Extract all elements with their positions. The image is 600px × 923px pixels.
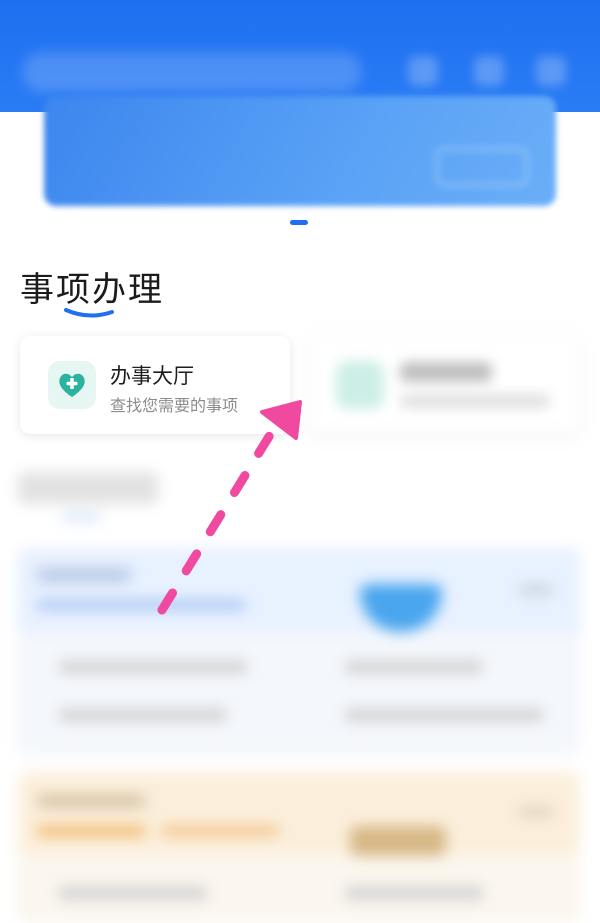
blurred-illustration xyxy=(350,826,446,856)
blurred-more-button[interactable] xyxy=(518,806,554,818)
blurred-panel-header xyxy=(18,772,580,854)
carousel-indicator xyxy=(290,220,308,225)
blurred-item[interactable] xyxy=(344,886,484,900)
blurred-panel-header xyxy=(18,548,580,632)
blurred-text xyxy=(36,600,246,610)
blurred-subtitle xyxy=(400,394,550,408)
blurred-item[interactable] xyxy=(344,708,544,722)
blurred-item[interactable] xyxy=(58,886,208,900)
blurred-more-button[interactable] xyxy=(518,584,554,596)
header-action-icon[interactable] xyxy=(536,56,566,86)
blurred-item[interactable] xyxy=(58,708,228,722)
blurred-section-underline xyxy=(62,514,102,520)
card-subtitle: 查找您需要的事项 xyxy=(110,396,239,415)
status-bar xyxy=(0,0,600,36)
service-hall-card[interactable]: 办事大厅 查找您需要的事项 xyxy=(20,336,290,434)
header-action-icon[interactable] xyxy=(474,56,504,86)
blurred-text xyxy=(160,826,280,836)
header-action-icon[interactable] xyxy=(408,56,438,86)
blurred-item[interactable] xyxy=(344,660,484,674)
heart-plus-icon xyxy=(48,361,96,409)
blurred-text xyxy=(36,794,146,808)
search-bar[interactable] xyxy=(22,52,362,92)
banner-button[interactable] xyxy=(436,148,528,186)
blurred-item[interactable] xyxy=(58,660,248,674)
blurred-text xyxy=(36,568,132,582)
card-title: 办事大厅 xyxy=(110,364,194,388)
blurred-text xyxy=(36,826,146,836)
service-icon xyxy=(336,361,384,409)
title-underline xyxy=(64,308,114,318)
blurred-title xyxy=(400,362,492,382)
service-card-blurred[interactable] xyxy=(308,336,580,434)
blurred-section-title xyxy=(18,472,158,504)
